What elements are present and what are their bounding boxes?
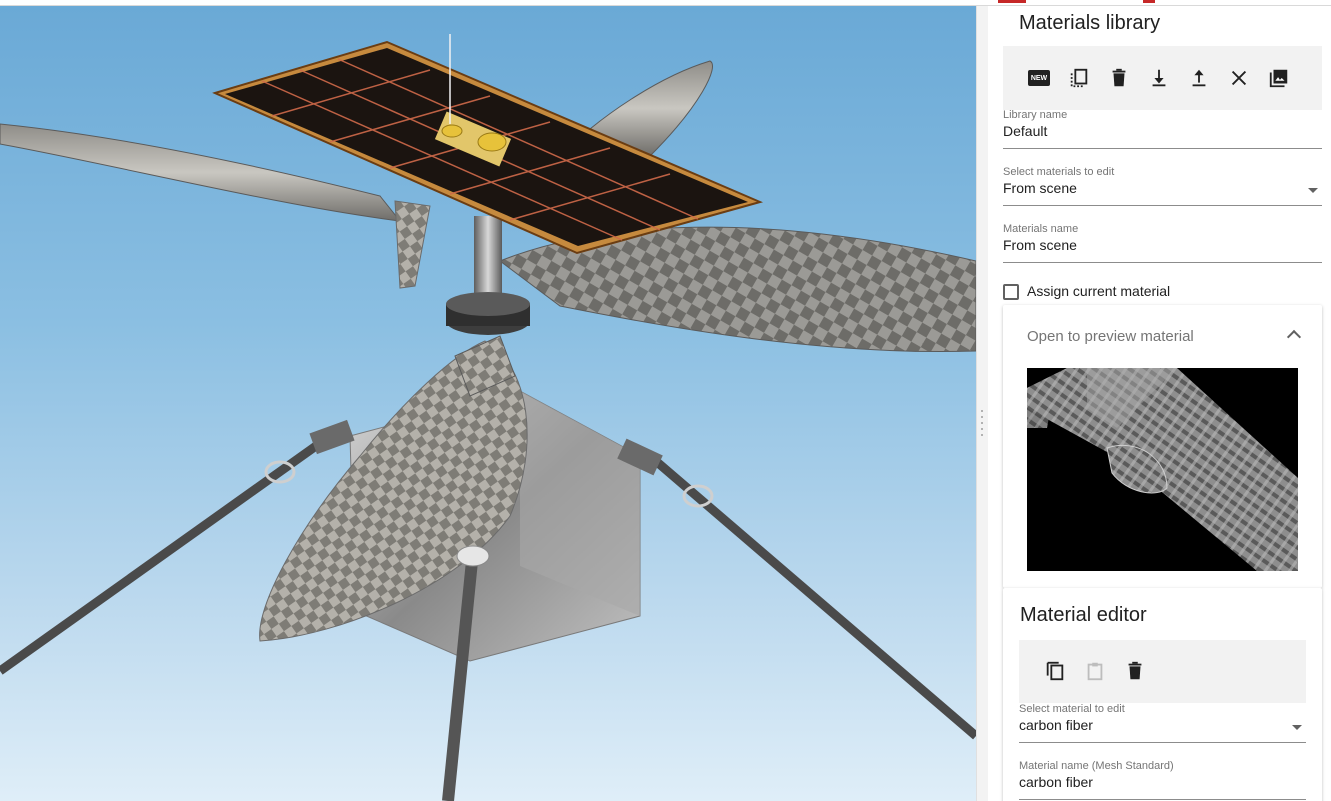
copy-material-button[interactable]: [1041, 657, 1069, 685]
assign-current-label: Assign current material: [1027, 283, 1171, 299]
chevron-down-icon[interactable]: [1308, 188, 1318, 193]
upload-icon: [1192, 69, 1206, 87]
strip-tab[interactable]: [998, 0, 1026, 3]
delete-material-button[interactable]: [1121, 657, 1149, 685]
preview-render: [1027, 368, 1298, 571]
paste-material-button[interactable]: [1081, 657, 1109, 685]
3d-viewport[interactable]: [0, 6, 976, 801]
materials-panel: Materials library NEW Library name Defau…: [988, 6, 1331, 801]
library-name-value[interactable]: Default: [1003, 123, 1047, 139]
app-root: Materials library NEW Library name Defau…: [0, 0, 1331, 801]
materials-name-label: Materials name: [1003, 223, 1079, 235]
library-name-label: Library name: [1003, 109, 1068, 121]
image-button[interactable]: [1265, 64, 1293, 92]
download-icon: [1152, 69, 1166, 87]
image-icon: [1269, 69, 1288, 88]
panel-splitter[interactable]: [976, 6, 988, 801]
close-icon: [1231, 70, 1247, 86]
delete-icon: [1112, 68, 1126, 87]
materials-name-value[interactable]: From scene: [1003, 237, 1077, 253]
new-badge-text: NEW: [1030, 74, 1048, 82]
duplicate-button[interactable]: [1065, 64, 1093, 92]
helicopter-model: [0, 34, 976, 801]
preview-expander: Open to preview material: [1003, 305, 1322, 588]
duplicate-icon: [1070, 68, 1088, 88]
material-name-field[interactable]: Material name (Mesh Standard) carbon fib…: [1019, 760, 1306, 800]
select-materials-dropdown[interactable]: Select materials to edit From scene: [1003, 166, 1322, 206]
copy-icon: [1046, 661, 1064, 681]
select-material-label: Select material to edit: [1019, 703, 1125, 715]
chevron-up-icon[interactable]: [1286, 329, 1302, 345]
material-editor-card: Material editor Select material to edit …: [1003, 588, 1322, 801]
materials-library-title: Materials library: [1019, 12, 1161, 34]
strip-tab[interactable]: [1143, 0, 1155, 3]
new-icon: NEW: [1028, 70, 1050, 86]
library-name-field[interactable]: Library name Default: [1003, 109, 1322, 149]
material-preview: [1027, 368, 1298, 571]
select-materials-value[interactable]: From scene: [1003, 180, 1077, 196]
library-toolbar: NEW: [1003, 46, 1322, 110]
material-name-label: Material name (Mesh Standard): [1019, 760, 1174, 772]
new-material-button[interactable]: NEW: [1025, 64, 1053, 92]
download-button[interactable]: [1145, 64, 1173, 92]
assign-current-checkbox[interactable]: [1003, 284, 1019, 300]
delete-library-button[interactable]: [1105, 64, 1133, 92]
material-name-value[interactable]: carbon fiber: [1019, 774, 1093, 790]
preview-expander-header[interactable]: Open to preview material: [1027, 328, 1194, 345]
materials-name-field[interactable]: Materials name From scene: [1003, 223, 1322, 263]
select-materials-label: Select materials to edit: [1003, 166, 1115, 178]
upload-button[interactable]: [1185, 64, 1213, 92]
material-editor-title: Material editor: [1020, 604, 1147, 626]
select-material-value[interactable]: carbon fiber: [1019, 717, 1093, 733]
editor-toolbar: [1019, 640, 1306, 703]
close-library-button[interactable]: [1225, 64, 1253, 92]
delete-icon: [1128, 661, 1142, 680]
paste-icon: [1087, 662, 1103, 681]
chevron-down-icon[interactable]: [1292, 725, 1302, 730]
select-material-dropdown[interactable]: Select material to edit carbon fiber: [1019, 703, 1306, 743]
